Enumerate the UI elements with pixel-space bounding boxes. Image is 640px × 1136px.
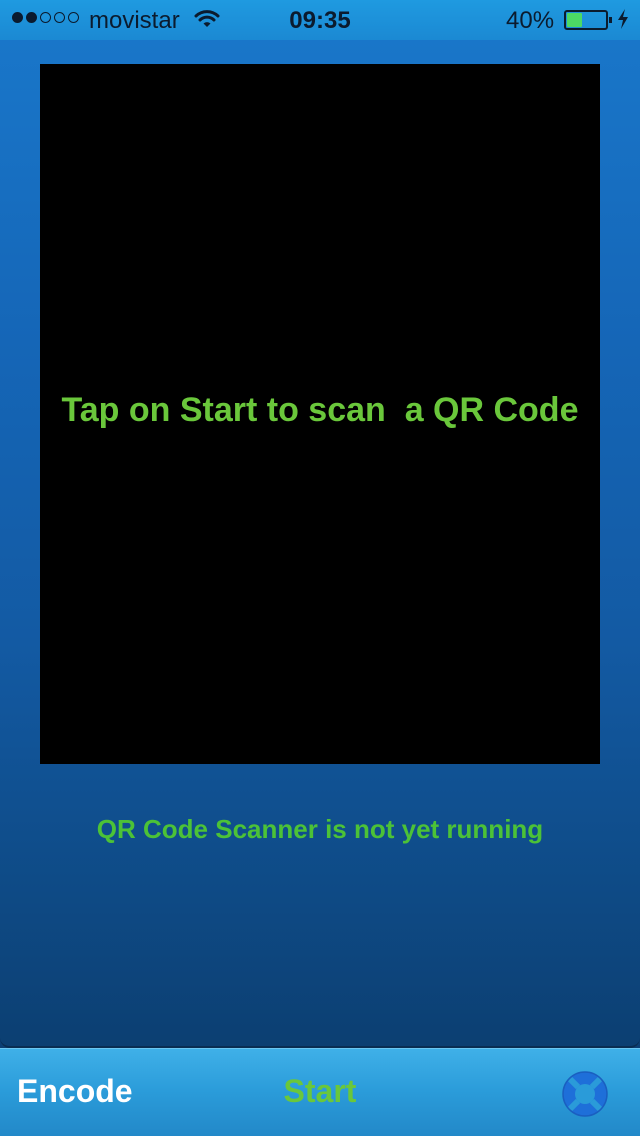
battery-icon bbox=[564, 10, 612, 30]
encode-button[interactable]: Encode bbox=[17, 1073, 133, 1110]
status-bar: movistar 09:35 40% bbox=[0, 0, 640, 40]
start-button[interactable]: Start bbox=[284, 1073, 357, 1109]
camera-preview: Tap on Start to scan a QR Code bbox=[40, 64, 600, 764]
battery-percent: 40% bbox=[506, 7, 555, 34]
lifebuoy-icon[interactable] bbox=[561, 1070, 609, 1118]
scanner-panel: Tap on Start to scan a QR Code QR Code S… bbox=[0, 40, 640, 1048]
scan-prompt: Tap on Start to scan a QR Code bbox=[61, 391, 579, 429]
bottom-toolbar: Encode Start bbox=[0, 1048, 640, 1136]
scanner-status-text: QR Code Scanner is not yet running bbox=[96, 814, 544, 844]
app-screen: movistar 09:35 40% Tap on Start to scan … bbox=[0, 0, 640, 1136]
charging-bolt-icon bbox=[616, 8, 630, 37]
